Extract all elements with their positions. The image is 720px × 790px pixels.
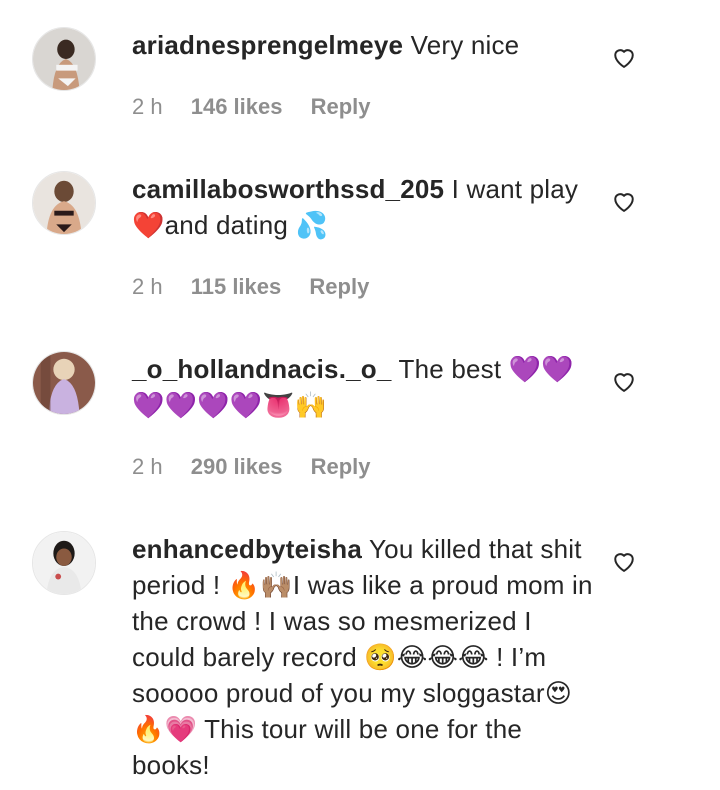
comment-timestamp: 2 h [132,94,163,119]
comment-body: enhancedbyteisha You killed that shit pe… [132,531,602,783]
avatar[interactable] [32,171,96,235]
avatar-photo [33,28,95,90]
reply-button[interactable]: Reply [311,454,371,479]
avatar[interactable] [32,531,96,595]
comment-username[interactable]: camillabosworthssd_205 [132,174,444,204]
reply-button[interactable]: Reply [309,274,369,299]
comment-body: _o_hollandnacis._o_ The best 💜💜💜💜💜💜👅🙌 [132,351,602,423]
comment-timestamp: 2 h [132,274,163,299]
comment-body: ariadnesprengelmeye Very nice [132,27,602,63]
avatar[interactable] [32,27,96,91]
avatar[interactable] [32,351,96,415]
heart-icon[interactable] [610,43,638,71]
reply-button[interactable]: Reply [311,94,371,119]
avatar-photo [33,172,95,234]
avatar-photo [33,532,95,594]
heart-icon[interactable] [610,187,638,215]
comment-likes[interactable]: 146 likes [191,94,283,119]
comment-meta: 2 h 146 likes Reply [132,92,393,122]
comment-text: You killed that shit period ! 🔥🙌🏽I was l… [132,534,593,780]
comment-likes[interactable]: 115 likes [191,274,282,299]
comment-username[interactable]: _o_hollandnacis._o_ [132,354,392,384]
comment-timestamp: 2 h [132,454,163,479]
comment-username[interactable]: ariadnesprengelmeye [132,30,403,60]
comment-likes[interactable]: 290 likes [191,454,283,479]
comment-username[interactable]: enhancedbyteisha [132,534,362,564]
comment-text: Very nice [410,30,520,60]
comment-meta: 2 h 115 likes Reply [132,272,391,302]
comment-body: camillabosworthssd_205 I want play❤️and … [132,171,602,243]
avatar-photo [33,352,95,414]
heart-icon[interactable] [610,367,638,395]
comment-meta: 2 h 290 likes Reply [132,452,393,482]
heart-icon[interactable] [610,547,638,575]
